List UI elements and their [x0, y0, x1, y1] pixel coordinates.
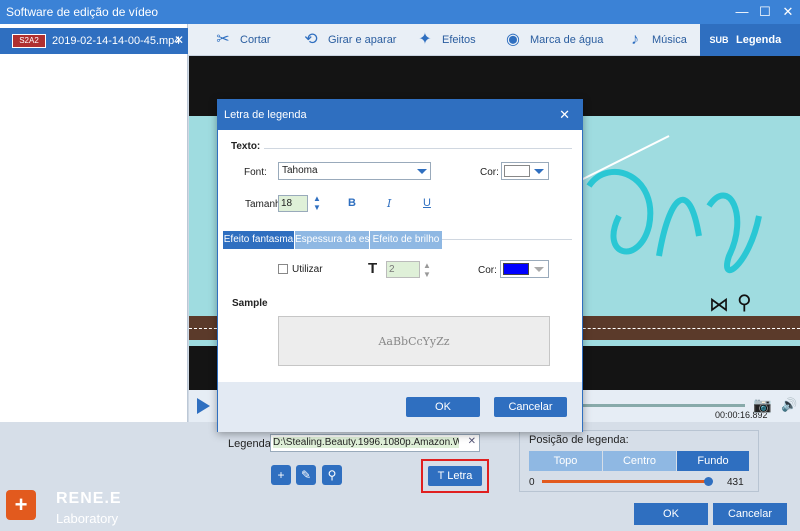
tool-label: Cortar	[240, 34, 271, 46]
music-icon: ♪	[631, 31, 639, 48]
font-select[interactable]: Tahoma	[278, 162, 431, 180]
underline-button[interactable]: U	[423, 197, 431, 209]
legenda-label: Legenda:	[228, 438, 274, 450]
magnifier-icon: ⚲	[737, 292, 752, 314]
dialog-ok-button[interactable]: OK	[406, 397, 480, 417]
file-tab[interactable]: S2A2 2019-02-14-14-00-45.mp4 ✕	[0, 28, 188, 54]
letra-highlight: T Letra	[421, 459, 489, 493]
thickness-stepper[interactable]: ▲ ▼	[423, 261, 431, 279]
dialog-close-icon[interactable]: ✕	[559, 107, 570, 123]
title-bar: Software de edição de vídeo — ☐ ✕	[0, 0, 800, 24]
chevron-down-icon	[534, 267, 544, 272]
chevron-down-icon	[417, 169, 427, 174]
search-icon[interactable]: ⚲	[322, 465, 342, 485]
text-color-picker[interactable]	[501, 162, 549, 180]
play-icon[interactable]	[197, 398, 210, 414]
text-color-swatch	[504, 165, 530, 177]
position-topo-button[interactable]: Topo	[529, 451, 602, 471]
font-label: Font:	[244, 167, 267, 178]
tool-label: Música	[652, 34, 687, 46]
thickness-input[interactable]: 2	[386, 261, 420, 278]
position-slider[interactable]	[542, 480, 712, 483]
dialog-header: Letra de legenda ✕	[218, 100, 582, 130]
tool-label: Girar e aparar	[328, 34, 397, 46]
tool-musica[interactable]: ♪ Música	[624, 24, 687, 56]
close-icon[interactable]: ✕	[779, 3, 797, 21]
dialog-cancel-button[interactable]: Cancelar	[494, 397, 567, 417]
cancel-button[interactable]: Cancelar	[713, 503, 787, 525]
add-icon[interactable]: +	[271, 465, 291, 485]
tool-label: Efeitos	[442, 34, 476, 46]
sample-preview: AaBbCcYyZz	[278, 316, 550, 366]
file-name: 2019-02-14-14-00-45.mp4	[52, 35, 181, 47]
tamanho-input[interactable]: 18	[278, 195, 308, 212]
subtitle-file-path: D:\Stealing.Beauty.1996.1080p.Amazon.WE	[273, 437, 459, 448]
sample-label: Sample	[232, 298, 268, 309]
utilizar-label: Utilizar	[292, 264, 323, 275]
tool-legenda[interactable]: SUB Legenda	[700, 24, 800, 56]
close-file-icon[interactable]: ✕	[174, 33, 184, 47]
tool-efeitos[interactable]: ✦ Efeitos	[414, 24, 476, 56]
ok-button[interactable]: OK	[634, 503, 708, 525]
tab-efeito-fantasma[interactable]: Efeito fantasma	[223, 231, 294, 249]
window-title: Software de edição de vídeo	[6, 5, 159, 19]
posicao-label: Posição de legenda:	[529, 434, 629, 446]
subtitle-icon: SUB	[709, 35, 729, 45]
cor2-label: Cor:	[478, 265, 497, 276]
tool-girar-aparar[interactable]: ⟲ Girar e aparar	[300, 24, 396, 56]
effects-icon: ✦	[418, 31, 432, 48]
logo-subtext: Laboratory	[56, 511, 119, 526]
texto-divider	[264, 148, 572, 149]
timeline-track[interactable]	[579, 404, 745, 407]
edit-icon[interactable]: ✎	[296, 465, 316, 485]
text-format-icon: T	[437, 470, 445, 482]
logo-icon: +	[6, 490, 36, 520]
subtitle-file-field[interactable]: D:\Stealing.Beauty.1996.1080p.Amazon.WE …	[270, 434, 480, 452]
text-thickness-icon: T	[368, 260, 378, 277]
sample-text: AaBbCcYyZz	[378, 335, 450, 348]
letra-label: Letra	[447, 470, 473, 482]
minimize-icon[interactable]: —	[733, 3, 751, 21]
tool-label: Legenda	[736, 34, 782, 46]
watermark-icon: ◉	[506, 31, 520, 48]
tool-marca-agua[interactable]: ◉ Marca de água	[502, 24, 603, 56]
clear-subtitle-icon[interactable]: ✕	[468, 436, 476, 447]
position-centro-button[interactable]: Centro	[603, 451, 676, 471]
texto-label: Texto:	[231, 141, 261, 152]
cor-label: Cor:	[480, 167, 499, 178]
effect-color-picker[interactable]	[500, 260, 549, 278]
chevron-down-icon	[534, 169, 544, 174]
dialog-title: Letra de legenda	[224, 109, 307, 121]
logo-text: RENE.E	[56, 490, 122, 507]
tamanho-stepper[interactable]: ▲ ▼	[313, 194, 321, 212]
font-value: Tahoma	[282, 165, 318, 176]
maximize-icon[interactable]: ☐	[756, 3, 774, 21]
tool-cortar[interactable]: ✂ Cortar	[212, 24, 271, 56]
scissors-icon: ✂	[216, 31, 230, 48]
slider-min-label: 0	[529, 477, 535, 488]
bold-button[interactable]: B	[348, 197, 356, 209]
position-fundo-button[interactable]: Fundo	[677, 451, 749, 471]
utilizar-checkbox[interactable]	[278, 264, 288, 274]
tab-espessura-escova[interactable]: Espessura da escova	[295, 231, 369, 249]
tab-efeito-brilho[interactable]: Efeito de brilho	[370, 231, 442, 249]
file-list-panel: S2A2 2019-02-14-14-00-45.mp4 ✕	[0, 24, 188, 422]
tool-label: Marca de água	[530, 34, 604, 46]
letra-button[interactable]: T Letra	[428, 466, 482, 486]
rotate-icon: ⟲	[304, 31, 318, 48]
volume-icon[interactable]: 🔊	[781, 397, 797, 413]
camera-icon[interactable]: 📷	[753, 396, 772, 414]
video-thumbnail: S2A2	[12, 34, 46, 48]
effect-color-swatch	[503, 263, 529, 275]
slider-max-label: 431	[727, 477, 744, 488]
position-slider-handle[interactable]	[704, 477, 713, 486]
italic-button[interactable]: I	[387, 197, 391, 210]
tab-divider	[442, 239, 572, 240]
share-icon: ⋈	[709, 294, 729, 316]
edit-toolbar: ✂ Cortar ⟲ Girar e aparar ✦ Efeitos ◉ Ma…	[188, 24, 800, 56]
